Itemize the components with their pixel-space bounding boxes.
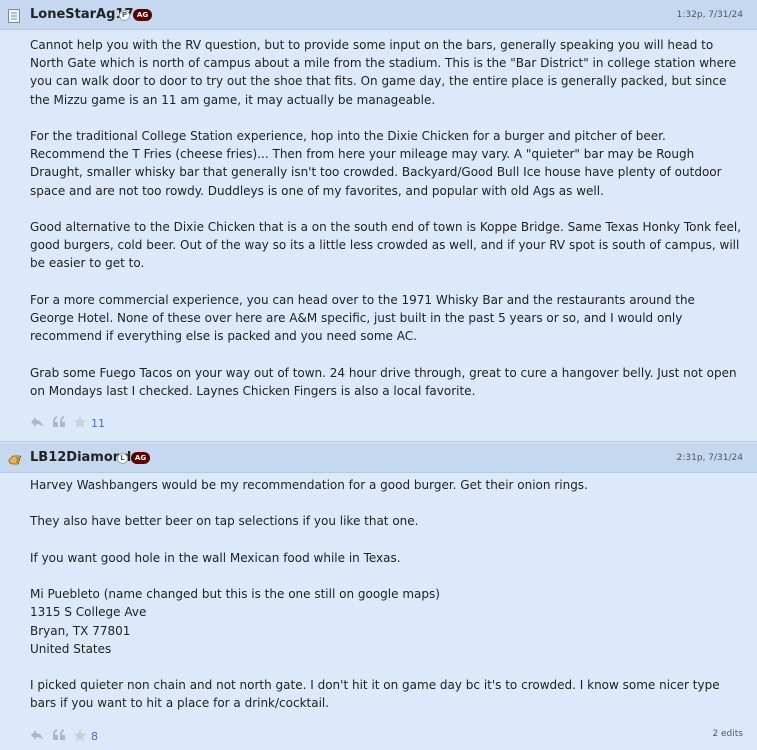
post-body: Harvey Washbangers would be my recommend… — [30, 476, 742, 713]
quote-icon[interactable] — [52, 416, 66, 431]
post: LoneStarAg17 P AG 1:32p, 7/31/24 Cannot … — [0, 0, 757, 442]
pointing-hand-icon — [8, 451, 22, 465]
star-count[interactable]: 11 — [91, 417, 105, 430]
post-paragraph: They also have better beer on tap select… — [30, 514, 419, 529]
post-timestamp[interactable]: 2:31p, 7/31/24 — [677, 453, 743, 463]
team-badge: AG — [131, 452, 150, 464]
star-icon[interactable] — [73, 729, 87, 745]
post-paragraph: If you want good hole in the wall Mexica… — [30, 550, 401, 565]
address-line: 1315 S College Ave — [30, 605, 147, 620]
star-count[interactable]: 8 — [91, 730, 98, 743]
post-paragraph: For a more commercial experience, you ca… — [30, 292, 695, 344]
post-header: LB12Diamond L AG 2:31p, 7/31/24 — [0, 443, 757, 473]
status-badge: P — [119, 10, 130, 21]
document-icon — [8, 8, 20, 23]
post-paragraph: I picked quieter non chain and not north… — [30, 678, 720, 711]
quote-icon[interactable] — [52, 729, 66, 744]
address-line: Bryan, TX 77801 — [30, 623, 131, 638]
address-block: Mi Puebleto (name changed but this is th… — [30, 585, 742, 658]
post-paragraph: Good alternative to the Dixie Chicken th… — [30, 220, 742, 271]
post-body: Cannot help you with the RV question, bu… — [30, 36, 742, 400]
edit-count-link[interactable]: 2 edits — [712, 729, 743, 739]
post-timestamp[interactable]: 1:32p, 7/31/24 — [677, 10, 743, 20]
post-paragraph: Grab some Fuego Tacos on your way out of… — [30, 365, 737, 398]
post-header: LoneStarAg17 P AG 1:32p, 7/31/24 — [0, 0, 757, 30]
reply-icon[interactable] — [30, 416, 44, 431]
post: LB12Diamond L AG 2:31p, 7/31/24 Harvey W… — [0, 443, 757, 750]
address-line: United States — [30, 641, 112, 656]
post-paragraph: For the traditional College Station expe… — [30, 129, 722, 198]
username-link[interactable]: LoneStarAg17 — [30, 7, 134, 22]
star-icon[interactable] — [73, 416, 87, 432]
status-badge: L — [117, 453, 128, 464]
address-line: Mi Puebleto (name changed but this is th… — [30, 587, 440, 602]
team-badge: AG — [133, 9, 152, 21]
post-paragraph: Cannot help you with the RV question, bu… — [30, 38, 737, 107]
reply-icon[interactable] — [30, 729, 44, 744]
post-paragraph: Harvey Washbangers would be my recommend… — [30, 478, 588, 492]
